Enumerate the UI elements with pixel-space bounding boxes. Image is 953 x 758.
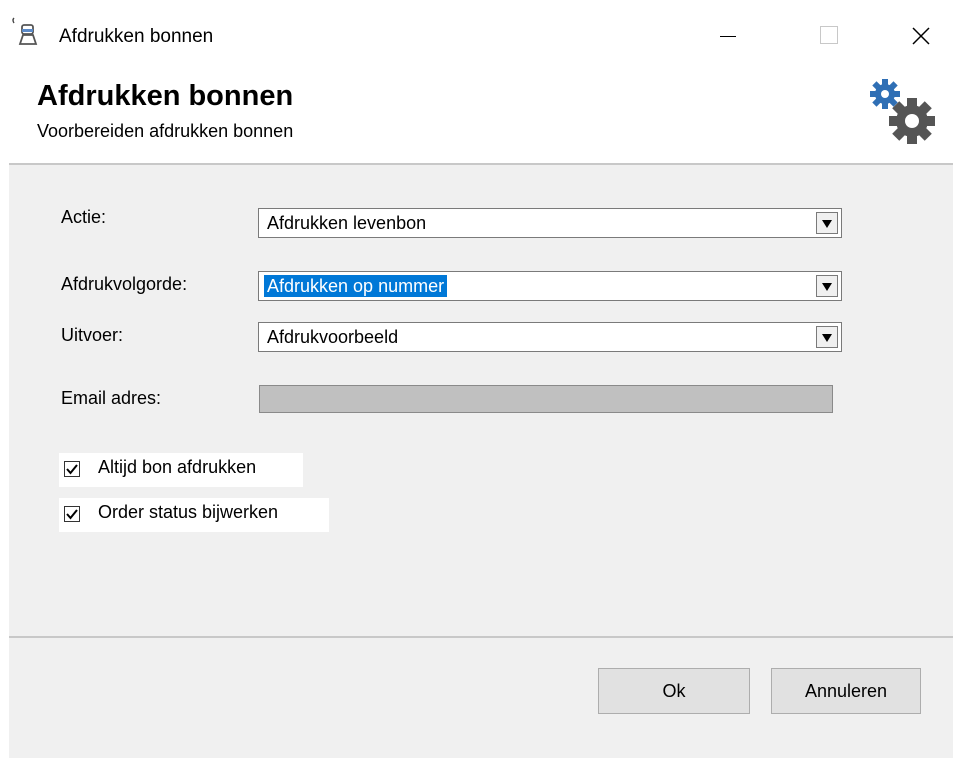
- checkbox-box[interactable]: [64, 506, 80, 522]
- altijd-bon-afdrukken-label: Altijd bon afdrukken: [98, 457, 257, 477]
- afdrukvolgorde-value: Afdrukken op nummer: [264, 275, 448, 297]
- close-icon: [912, 27, 930, 45]
- ok-button[interactable]: Ok: [598, 668, 750, 714]
- email-label: Email adres:: [61, 388, 162, 408]
- title-bar: Afdrukken bonnen: [0, 0, 953, 72]
- afdrukvolgorde-label: Afdrukvolgorde:: [61, 274, 188, 294]
- order-status-bijwerken-label: Order status bijwerken: [98, 502, 279, 522]
- cancel-button[interactable]: Annuleren: [771, 668, 921, 714]
- checkbox-box[interactable]: [64, 461, 80, 477]
- dialog-header: Afdrukken bonnen Voorbereiden afdrukken …: [0, 72, 953, 164]
- altijd-bon-afdrukken-checkbox[interactable]: Altijd bon afdrukken: [59, 453, 303, 487]
- header-title: Afdrukken bonnen: [37, 80, 294, 112]
- uitvoer-label: Uitvoer:: [61, 325, 124, 345]
- chevron-down-icon[interactable]: [816, 326, 838, 348]
- window-title: Afdrukken bonnen: [59, 26, 214, 47]
- minimize-button[interactable]: [694, 16, 752, 56]
- actie-value: Afdrukken levenbon: [267, 213, 427, 233]
- checkmark-icon: [66, 509, 78, 520]
- actie-label: Actie:: [61, 207, 107, 227]
- chevron-down-icon[interactable]: [816, 212, 838, 234]
- close-button[interactable]: [892, 16, 950, 56]
- dialog-body: Actie: Afdrukken levenbon Afdrukvolgorde…: [9, 165, 953, 758]
- header-subtitle: Voorbereiden afdrukken bonnen: [37, 121, 294, 141]
- afdrukvolgorde-dropdown[interactable]: Afdrukken op nummer: [258, 271, 842, 301]
- app-icon: [12, 17, 38, 45]
- email-field: [259, 385, 833, 413]
- checkmark-icon: [66, 464, 78, 475]
- order-status-bijwerken-checkbox[interactable]: Order status bijwerken: [59, 498, 329, 532]
- uitvoer-value: Afdrukvoorbeeld: [267, 327, 399, 347]
- chevron-down-icon[interactable]: [816, 275, 838, 297]
- gears-icon: [870, 79, 935, 144]
- uitvoer-dropdown[interactable]: Afdrukvoorbeeld: [258, 322, 842, 352]
- footer-separator: [9, 636, 953, 638]
- actie-dropdown[interactable]: Afdrukken levenbon: [258, 208, 842, 238]
- maximize-button[interactable]: [803, 16, 861, 56]
